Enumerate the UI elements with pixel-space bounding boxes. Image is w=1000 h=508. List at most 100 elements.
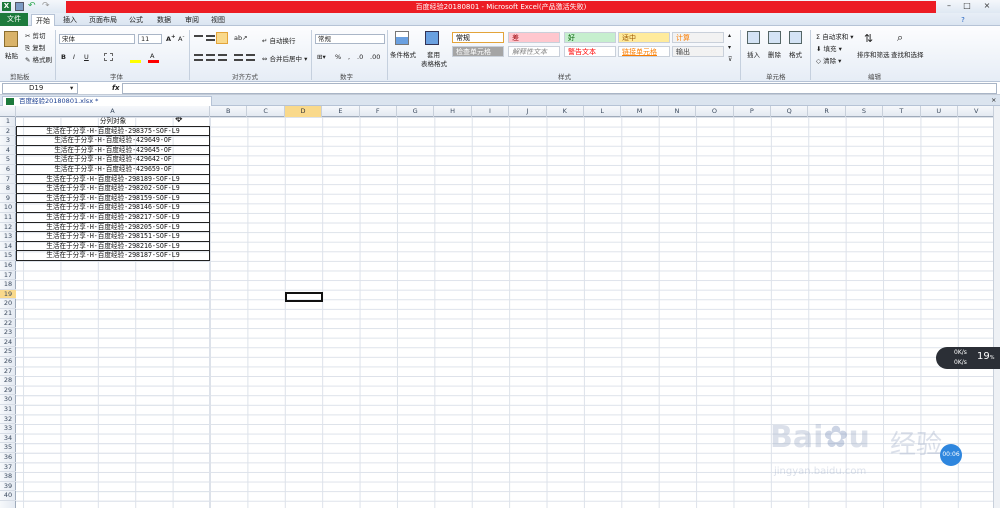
select-all-corner[interactable] bbox=[0, 106, 16, 117]
column-header-q[interactable]: Q bbox=[771, 106, 809, 117]
data-cell-a5[interactable]: 生活在于分享-H-百度经验-429642-OF bbox=[16, 155, 210, 165]
tab-insert[interactable]: 插入 bbox=[58, 14, 82, 26]
cell-style-1[interactable]: 差 bbox=[508, 32, 560, 43]
row-header-31[interactable]: 31 bbox=[0, 405, 16, 415]
row-header-29[interactable]: 29 bbox=[0, 386, 16, 396]
wrap-text-button[interactable]: ↵ 自动换行 bbox=[262, 35, 296, 45]
row-header-27[interactable]: 27 bbox=[0, 367, 16, 377]
data-cell-a3[interactable]: 生活在于分享-H-百度经验-429649-OF bbox=[16, 136, 210, 146]
undo-icon[interactable]: ↶ bbox=[28, 2, 37, 11]
number-format-select[interactable]: 常规 bbox=[315, 34, 385, 44]
cell-style-0[interactable]: 常规 bbox=[452, 32, 504, 43]
clear-button[interactable]: ◇ 清除 ▾ bbox=[816, 55, 841, 65]
data-cell-a4[interactable]: 生活在于分享-H-百度经验-429645-OF bbox=[16, 145, 210, 156]
row-header-18[interactable]: 18 bbox=[0, 280, 16, 290]
cell-style-5[interactable]: 检查单元格 bbox=[452, 46, 504, 57]
format-as-table-icon[interactable] bbox=[425, 31, 439, 45]
data-cell-a12[interactable]: 生活在于分享-H-百度经验-298205-SOF-L9 bbox=[16, 222, 210, 233]
tab-data[interactable]: 数据 bbox=[152, 14, 176, 26]
row-header-2[interactable]: 2 bbox=[0, 127, 16, 137]
active-cell-cursor[interactable] bbox=[285, 291, 323, 302]
gallery-scroll-up-icon[interactable]: ▴ bbox=[728, 32, 736, 40]
row-header-26[interactable]: 26 bbox=[0, 357, 16, 367]
column-header-a[interactable]: A bbox=[16, 106, 210, 117]
align-bottom-icon[interactable] bbox=[216, 32, 228, 44]
column-header-b[interactable]: B bbox=[210, 106, 248, 117]
autosum-button[interactable]: Σ 自动求和 ▾ bbox=[816, 31, 854, 41]
row-header-25[interactable]: 25 bbox=[0, 347, 16, 357]
font-grow-icon[interactable]: A+ bbox=[166, 34, 176, 43]
workbook-tab[interactable]: 百度经验20180801.xlsx * bbox=[2, 96, 212, 106]
gallery-scroll-down-icon[interactable]: ▾ bbox=[728, 44, 736, 52]
column-header-i[interactable]: I bbox=[472, 106, 510, 117]
namebox-dropdown-icon[interactable]: ▾ bbox=[70, 84, 73, 92]
row-header-3[interactable]: 3 bbox=[0, 136, 16, 146]
column-header-o[interactable]: O bbox=[696, 106, 734, 117]
fill-color-icon[interactable] bbox=[130, 60, 141, 63]
column-header-g[interactable]: G bbox=[397, 106, 435, 117]
cell-style-6[interactable]: 解释性文本 bbox=[508, 46, 560, 57]
conditional-format-icon[interactable] bbox=[395, 31, 409, 45]
row-header-30[interactable]: 30 bbox=[0, 395, 16, 405]
column-header-r[interactable]: R bbox=[808, 106, 846, 117]
format-cells-button[interactable]: 格式 bbox=[789, 49, 802, 59]
row-header-14[interactable]: 14 bbox=[0, 242, 16, 252]
column-header-n[interactable]: N bbox=[659, 106, 697, 117]
align-middle-icon[interactable] bbox=[206, 35, 215, 41]
comma-icon[interactable]: , bbox=[348, 53, 350, 61]
data-cell-a9[interactable]: 生活在于分享-H-百度经验-298159-SOF-L9 bbox=[16, 193, 210, 204]
conditional-format-button[interactable]: 条件格式 bbox=[390, 49, 416, 59]
column-header-j[interactable]: J bbox=[509, 106, 547, 117]
row-header-24[interactable]: 24 bbox=[0, 338, 16, 348]
indent-decrease-icon[interactable] bbox=[234, 54, 243, 61]
row-header-9[interactable]: 9 bbox=[0, 194, 16, 204]
font-shrink-icon[interactable]: A- bbox=[178, 34, 184, 43]
cut-button[interactable]: ✂ 剪切 bbox=[25, 30, 46, 40]
row-header-6[interactable]: 6 bbox=[0, 165, 16, 175]
column-header-s[interactable]: S bbox=[846, 106, 884, 117]
column-header-v[interactable]: V bbox=[958, 106, 996, 117]
fill-button[interactable]: ⬇ 填充 ▾ bbox=[816, 43, 842, 53]
data-cell-a15[interactable]: 生活在于分享-H-百度经验-298187-SOF-L9 bbox=[16, 251, 210, 261]
row-header-22[interactable]: 22 bbox=[0, 319, 16, 329]
column-header-p[interactable]: P bbox=[734, 106, 771, 117]
row-header-13[interactable]: 13 bbox=[0, 232, 16, 242]
orientation-icon[interactable]: ab↗ bbox=[234, 34, 248, 42]
row-header-40[interactable]: 40 bbox=[0, 491, 16, 501]
row-header-7[interactable]: 7 bbox=[0, 175, 16, 185]
tab-review[interactable]: 审阅 bbox=[180, 14, 204, 26]
delete-cells-button[interactable]: 删除 bbox=[768, 49, 781, 59]
copy-button[interactable]: ⎘ 复制 bbox=[25, 42, 45, 53]
data-cell-a6[interactable]: 生活在于分享-H-百度经验-429659-OF bbox=[16, 165, 210, 175]
column-header-t[interactable]: T bbox=[883, 106, 921, 117]
row-header-15[interactable]: 15 bbox=[0, 251, 16, 261]
border-icon[interactable] bbox=[104, 53, 113, 61]
row-header-16[interactable]: 16 bbox=[0, 261, 16, 271]
row-header-8[interactable]: 8 bbox=[0, 184, 16, 194]
data-cell-a2[interactable]: 生活在于分享-H-百度经验-298375-SOF-L9 bbox=[16, 126, 210, 137]
row-header-20[interactable]: 20 bbox=[0, 299, 16, 309]
data-cell-a8[interactable]: 生活在于分享-H-百度经验-298202-SOF-L9 bbox=[16, 184, 210, 194]
column-header-e[interactable]: E bbox=[322, 106, 360, 117]
maximize-button[interactable]: □ bbox=[958, 1, 976, 11]
row-header-10[interactable]: 10 bbox=[0, 203, 16, 213]
formula-input[interactable] bbox=[122, 83, 997, 94]
column-header-m[interactable]: M bbox=[621, 106, 659, 117]
format-cells-icon[interactable] bbox=[789, 31, 802, 44]
format-painter-button[interactable]: ✎ 格式刷 bbox=[25, 54, 52, 64]
row-header-32[interactable]: 32 bbox=[0, 415, 16, 425]
redo-icon[interactable]: ↷ bbox=[42, 2, 51, 11]
delete-cells-icon[interactable] bbox=[768, 31, 781, 44]
column-header-k[interactable]: K bbox=[547, 106, 584, 117]
tab-page-layout[interactable]: 页面布局 bbox=[86, 14, 120, 26]
align-center-icon[interactable] bbox=[206, 54, 215, 61]
row-header-37[interactable]: 37 bbox=[0, 463, 16, 473]
save-icon[interactable] bbox=[15, 2, 24, 11]
currency-icon[interactable]: ⊞▾ bbox=[317, 53, 326, 61]
column-header-f[interactable]: F bbox=[360, 106, 397, 117]
row-header-33[interactable]: 33 bbox=[0, 424, 16, 434]
align-right-icon[interactable] bbox=[218, 54, 227, 61]
fx-icon[interactable]: fx bbox=[112, 84, 120, 92]
close-workbook-icon[interactable]: × bbox=[991, 96, 996, 104]
tab-view[interactable]: 视图 bbox=[206, 14, 230, 26]
